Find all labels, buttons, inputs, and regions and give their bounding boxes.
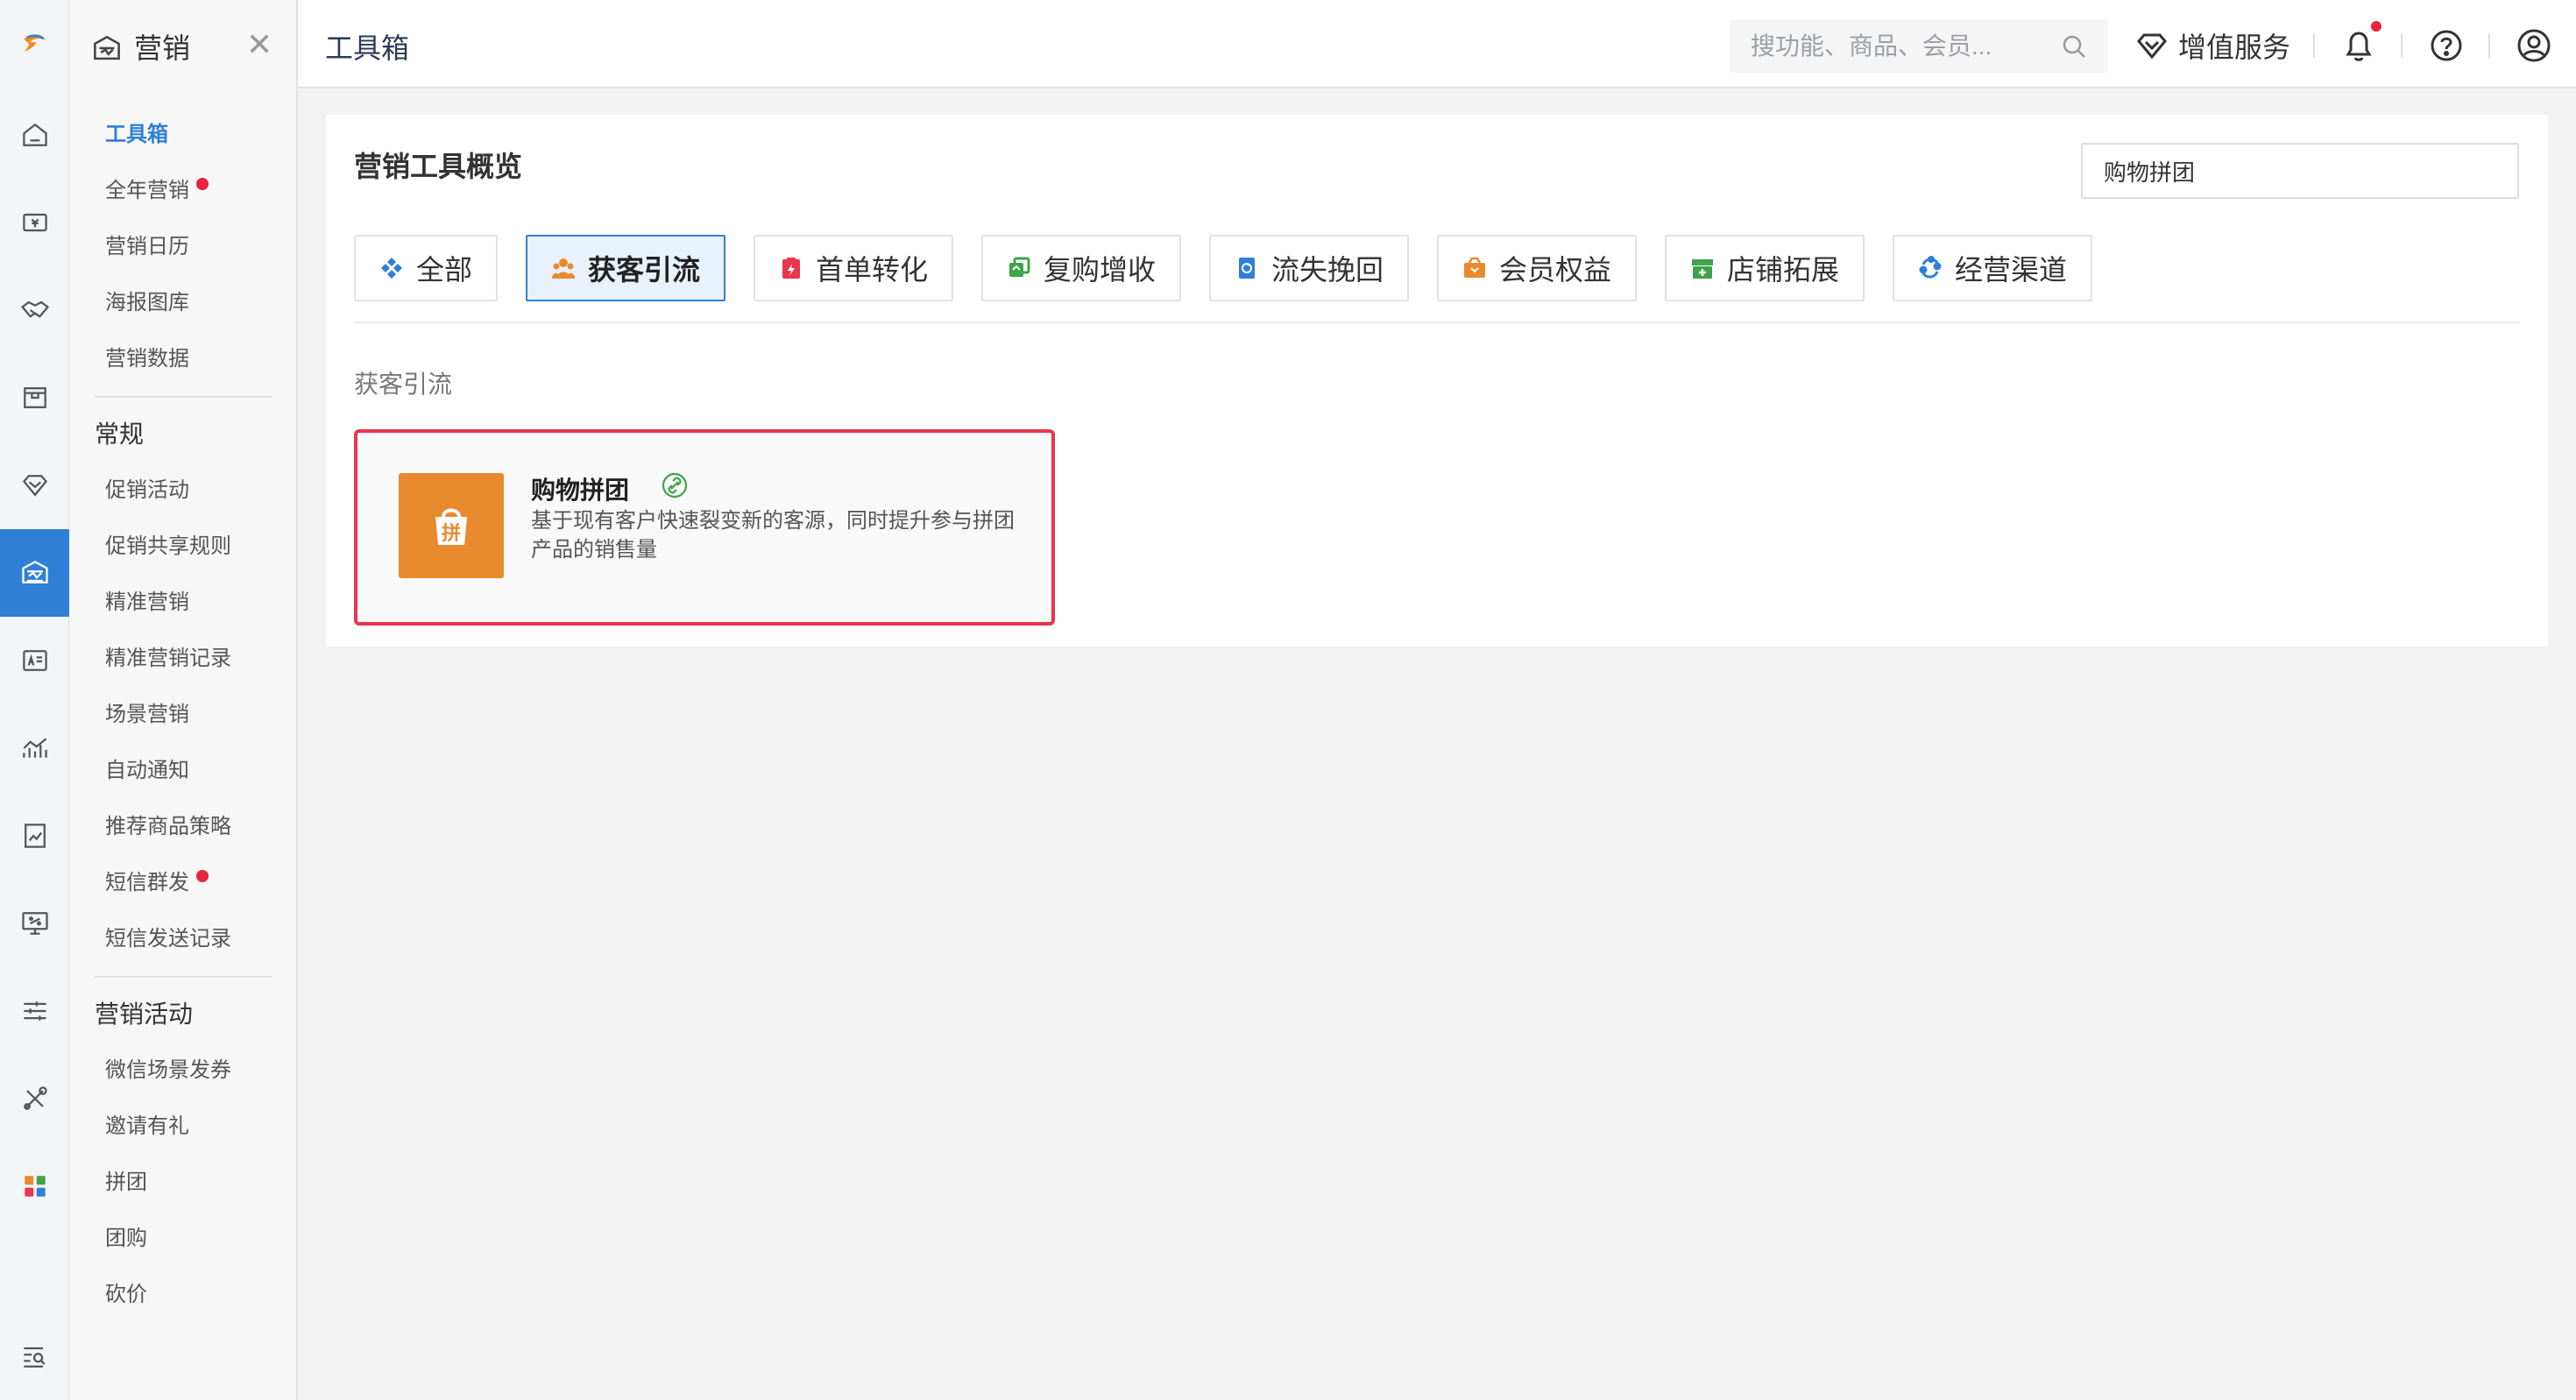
cycle-icon: [1919, 256, 1942, 279]
sidebar-item-promotions[interactable]: 促销活动: [105, 475, 189, 505]
sidebar-item-marketing-calendar[interactable]: 营销日历: [105, 231, 189, 261]
unread-dot: [196, 178, 209, 190]
chart-icon[interactable]: [0, 704, 69, 792]
group-buy-icon: 拼: [399, 473, 504, 578]
tool-filter-input[interactable]: [2081, 143, 2519, 199]
settings-sliders-icon[interactable]: [0, 967, 69, 1055]
sidebar-item-bargain[interactable]: 砍价: [105, 1279, 147, 1309]
marketing-icon: [94, 35, 120, 60]
search-icon[interactable]: [2061, 33, 2087, 60]
close-icon[interactable]: ✕: [246, 26, 272, 65]
global-search[interactable]: [1730, 19, 2108, 73]
monitor-icon[interactable]: [0, 880, 69, 967]
tab-business-channels[interactable]: 经营渠道: [1893, 235, 2092, 301]
sidebar-item-sms-records[interactable]: 短信发送记录: [105, 923, 231, 953]
sidebar-item-precision-records[interactable]: 精准营销记录: [105, 643, 231, 673]
user-avatar-icon[interactable]: [2515, 26, 2553, 65]
sidebar-item-invite-gift[interactable]: 邀请有礼: [105, 1111, 189, 1141]
help-icon[interactable]: [2427, 26, 2466, 65]
toolbar-divider: [2401, 33, 2403, 58]
toolbar-divider: [2488, 33, 2490, 58]
home-icon[interactable]: [0, 91, 69, 179]
sidebar-group-title: 常规: [95, 420, 145, 449]
member-card-icon[interactable]: [0, 617, 69, 704]
tools-icon[interactable]: [0, 1055, 69, 1142]
tab-repurchase[interactable]: 复购增收: [981, 235, 1181, 301]
handshake-icon[interactable]: [0, 266, 69, 354]
diamond-grid-icon: [380, 258, 402, 279]
sidebar-group-title: 营销活动: [95, 1000, 194, 1029]
logo-icon[interactable]: [0, 0, 69, 88]
value-added-services-button[interactable]: 增值服务: [2134, 25, 2290, 67]
sidebar-title: 营销: [134, 32, 191, 65]
sidebar-item-toolbox[interactable]: 工具箱: [105, 119, 168, 149]
clipboard-bolt-icon: [782, 258, 800, 279]
sidebar-item-recommend-strategy[interactable]: 推荐商品策略: [105, 811, 231, 841]
sidebar: 营销 ✕ 工具箱 全年营销 营销日历 海报图库 营销数据 常规 促销活动 促销共…: [69, 0, 298, 1400]
toolbar-divider: [2313, 33, 2315, 58]
tool-description: 基于现有客户快速裂变新的客源，同时提升参与拼团产品的销售量: [531, 508, 1015, 562]
page-title: 工具箱: [325, 32, 410, 65]
sidebar-header: 营销 ✕: [69, 0, 296, 88]
group-buy-icon-glyph: 拼: [442, 522, 461, 545]
people-icon: [551, 258, 575, 279]
sidebar-item-auto-notify[interactable]: 自动通知: [105, 755, 189, 785]
search-list-icon[interactable]: [0, 1312, 69, 1400]
search-input[interactable]: [1730, 19, 2063, 73]
sidebar-item-sms-broadcast[interactable]: 短信群发: [105, 867, 209, 897]
unread-dot: [196, 870, 209, 882]
cashier-icon[interactable]: [0, 179, 69, 266]
tab-member-benefits[interactable]: 会员权益: [1437, 235, 1637, 301]
diamond-icon[interactable]: [0, 442, 69, 529]
top-bar: 工具箱 增值服务: [298, 0, 2576, 88]
marketing-icon[interactable]: [0, 529, 69, 617]
wallet-icon: [1463, 257, 1485, 278]
overview-title: 营销工具概览: [354, 150, 523, 183]
tool-name: 购物拼团: [531, 476, 630, 505]
sidebar-item-poster-gallery[interactable]: 海报图库: [105, 287, 189, 317]
bell-icon[interactable]: [2339, 26, 2378, 65]
report-icon[interactable]: [0, 792, 69, 880]
store-add-icon: [1691, 259, 1713, 279]
toolbox-panel: 营销工具概览 全部 获客引流 首单转化 复购增收 流失挽回 会员权益 店铺拓展 …: [326, 115, 2548, 647]
sidebar-item-precision-marketing[interactable]: 精准营销: [105, 587, 189, 617]
sidebar-item-team-purchase[interactable]: 团购: [105, 1223, 147, 1253]
sidebar-item-annual-marketing[interactable]: 全年营销: [105, 175, 209, 205]
sidebar-item-group-buy[interactable]: 拼团: [105, 1167, 147, 1197]
tab-all[interactable]: 全部: [354, 235, 498, 301]
sidebar-item-scene-marketing[interactable]: 场景营销: [105, 699, 189, 729]
diamond-icon: [2137, 33, 2167, 60]
tab-churn-recovery[interactable]: 流失挽回: [1209, 235, 1409, 301]
phone-return-icon: [1238, 258, 1255, 279]
sidebar-item-promo-share-rules[interactable]: 促销共享规则: [105, 531, 231, 561]
sidebar-divider: [95, 396, 272, 398]
link-icon[interactable]: [661, 471, 689, 499]
copy-refresh-icon: [1008, 257, 1030, 277]
sidebar-item-wechat-coupon[interactable]: 微信场景发券: [105, 1055, 231, 1085]
sidebar-divider: [95, 976, 272, 978]
box-icon[interactable]: [0, 354, 69, 442]
tool-card-group-shopping[interactable]: 拼 购物拼团 基于现有客户快速裂变新的客源，同时提升参与拼团产品的销售量: [354, 429, 1055, 626]
apps-grid-icon[interactable]: [0, 1142, 69, 1230]
tab-customer-acquisition[interactable]: 获客引流: [526, 235, 725, 301]
value-added-label: 增值服务: [2178, 31, 2291, 64]
icon-rail: [0, 0, 69, 1400]
notification-dot: [2371, 21, 2381, 32]
tabs-divider: [354, 322, 2520, 323]
tab-first-order-conversion[interactable]: 首单转化: [754, 235, 953, 301]
section-label: 获客引流: [354, 370, 453, 399]
sidebar-item-marketing-data[interactable]: 营销数据: [105, 343, 189, 373]
tab-store-expansion[interactable]: 店铺拓展: [1665, 235, 1865, 301]
